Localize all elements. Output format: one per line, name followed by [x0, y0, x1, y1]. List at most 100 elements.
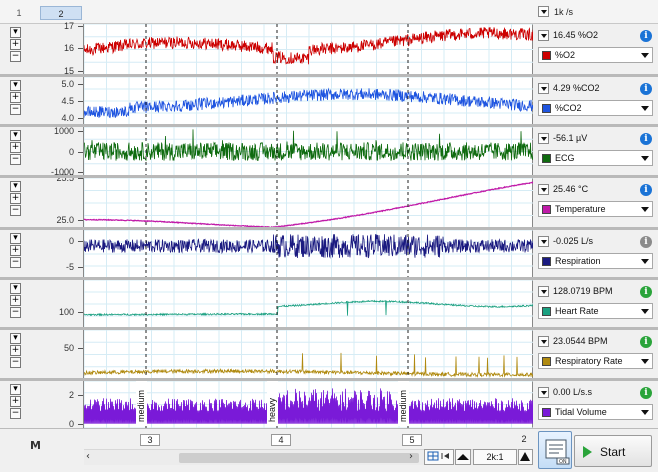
- channel-name: %O2: [555, 50, 576, 60]
- channel-select-resp[interactable]: Respiration: [538, 253, 653, 269]
- channel-separator[interactable]: [0, 124, 658, 127]
- channel-color-swatch: [542, 408, 551, 417]
- chevron-down-icon: [641, 106, 649, 111]
- zoom-ratio-selector[interactable]: 2k:1: [473, 449, 517, 465]
- scroll-right-icon[interactable]: ›: [409, 451, 413, 462]
- channel-separator[interactable]: [0, 277, 658, 280]
- page-tab-2[interactable]: 2: [40, 6, 82, 20]
- start-button[interactable]: Start: [574, 435, 652, 467]
- channel-select-ecg[interactable]: ECG: [538, 150, 653, 166]
- info-icon[interactable]: i: [640, 286, 652, 298]
- info-icon[interactable]: i: [640, 336, 652, 348]
- info-icon[interactable]: i: [640, 83, 652, 95]
- scale-minus-ecg[interactable]: −: [10, 154, 21, 165]
- channel-select-o2[interactable]: %O2: [538, 47, 653, 63]
- channel-separator[interactable]: [0, 378, 658, 381]
- scroll-left-icon[interactable]: ‹: [86, 451, 90, 462]
- scale-minus-resp[interactable]: −: [10, 257, 21, 268]
- info-icon[interactable]: i: [640, 184, 652, 196]
- scale-plus-co2[interactable]: +: [10, 92, 21, 103]
- svg-text:ON: ON: [559, 459, 567, 465]
- scale-plus-ecg[interactable]: +: [10, 142, 21, 153]
- sample-rate-dropdown-icon[interactable]: [538, 6, 549, 17]
- comment-label[interactable]: heavy: [267, 397, 277, 422]
- axis-tick-o2: 17: [63, 21, 74, 32]
- zoom-out-button[interactable]: [455, 449, 471, 465]
- channel-menu-dropdown-icon[interactable]: [538, 83, 549, 94]
- channel-value-tv: 0.00 L/s.s: [553, 387, 593, 397]
- comment-marker-3[interactable]: 5: [402, 434, 422, 446]
- channel-menu-dropdown-icon[interactable]: [538, 184, 549, 195]
- scale-plus-rr[interactable]: +: [10, 345, 21, 356]
- scale-menu-o2[interactable]: ▾: [10, 27, 21, 38]
- info-icon[interactable]: i: [640, 133, 652, 145]
- comment-label[interactable]: medium: [136, 390, 146, 422]
- channel-separator[interactable]: [0, 74, 658, 77]
- channel-value-ecg: -56.1 µV: [553, 133, 588, 143]
- channel-value-hr: 128.0719 BPM: [553, 286, 613, 296]
- top-toolbar: 1 2 1k /s: [0, 0, 658, 24]
- scale-plus-o2[interactable]: +: [10, 39, 21, 50]
- view-toggle-button[interactable]: [424, 449, 454, 465]
- chart-plot-area[interactable]: medium heavy medium: [83, 24, 534, 428]
- channel-value-temp: 25.46 °C: [553, 184, 589, 194]
- scroll-thumb[interactable]: [179, 453, 419, 463]
- scale-plus-hr[interactable]: +: [10, 295, 21, 306]
- scale-menu-co2[interactable]: ▾: [10, 80, 21, 91]
- channel-value-co2: 4.29 %CO2: [553, 83, 600, 93]
- scale-minus-tv[interactable]: −: [10, 408, 21, 419]
- scale-menu-temp[interactable]: ▾: [10, 181, 21, 192]
- scale-minus-temp[interactable]: −: [10, 205, 21, 216]
- scale-menu-resp[interactable]: ▾: [10, 233, 21, 244]
- scale-plus-tv[interactable]: +: [10, 396, 21, 407]
- channel-color-swatch: [542, 205, 551, 214]
- channel-name: Respiratory Rate: [555, 356, 623, 366]
- channel-separator[interactable]: [0, 175, 658, 178]
- channel-color-swatch: [542, 307, 551, 316]
- axis-tick-co2: 4.5: [61, 96, 74, 106]
- scale-minus-hr[interactable]: −: [10, 307, 21, 318]
- channel-select-rr[interactable]: Respiratory Rate: [538, 353, 653, 369]
- channel-select-tv[interactable]: Tidal Volume: [538, 404, 653, 420]
- scale-menu-rr[interactable]: ▾: [10, 333, 21, 344]
- channel-name: %CO2: [555, 103, 582, 113]
- zoom-in-button[interactable]: [518, 449, 533, 465]
- channel-select-hr[interactable]: Heart Rate: [538, 303, 653, 319]
- channel-color-swatch: [542, 154, 551, 163]
- info-icon[interactable]: i: [640, 236, 652, 248]
- scale-plus-resp[interactable]: +: [10, 245, 21, 256]
- channel-menu-dropdown-icon[interactable]: [538, 336, 549, 347]
- scale-menu-ecg[interactable]: ▾: [10, 130, 21, 141]
- chevron-down-icon: [641, 259, 649, 264]
- channel-menu-dropdown-icon[interactable]: [538, 236, 549, 247]
- tools-button[interactable]: ON: [538, 431, 572, 469]
- axis-end-label: 2: [521, 434, 527, 444]
- info-icon[interactable]: i: [640, 30, 652, 42]
- marker-icon[interactable]: M: [30, 439, 41, 452]
- scale-strip: ▾ + −17 16 15 ▾ + −5.0 4.5 4.0 ▾ + −1000 0 -1000 ▾ + −25.…: [0, 21, 83, 429]
- channel-menu-dropdown-icon[interactable]: [538, 30, 549, 41]
- scale-menu-hr[interactable]: ▾: [10, 283, 21, 294]
- chevron-down-icon: [641, 309, 649, 314]
- channel-menu-dropdown-icon[interactable]: [538, 387, 549, 398]
- scale-menu-tv[interactable]: ▾: [10, 384, 21, 395]
- comment-marker-1[interactable]: 3: [140, 434, 160, 446]
- comment-label[interactable]: medium: [398, 390, 408, 422]
- channel-separator[interactable]: [0, 227, 658, 230]
- channel-menu-dropdown-icon[interactable]: [538, 133, 549, 144]
- channel-color-swatch: [542, 104, 551, 113]
- channel-panel: 16.45 %O2 i %O2 4.29 %CO2 i %CO2 -56.1 µV i ECG 2…: [533, 24, 658, 428]
- scale-minus-co2[interactable]: −: [10, 104, 21, 115]
- channel-select-temp[interactable]: Temperature: [538, 201, 653, 217]
- scale-minus-o2[interactable]: −: [10, 51, 21, 62]
- grid-icon: [427, 451, 449, 461]
- channel-select-co2[interactable]: %CO2: [538, 100, 653, 116]
- sample-rate-value: 1k /s: [554, 7, 574, 17]
- channel-separator[interactable]: [0, 327, 658, 330]
- comment-marker-2[interactable]: 4: [271, 434, 291, 446]
- info-icon[interactable]: i: [640, 387, 652, 399]
- page-tab-1[interactable]: 1: [4, 6, 34, 20]
- channel-menu-dropdown-icon[interactable]: [538, 286, 549, 297]
- scale-minus-rr[interactable]: −: [10, 357, 21, 368]
- scale-plus-temp[interactable]: +: [10, 193, 21, 204]
